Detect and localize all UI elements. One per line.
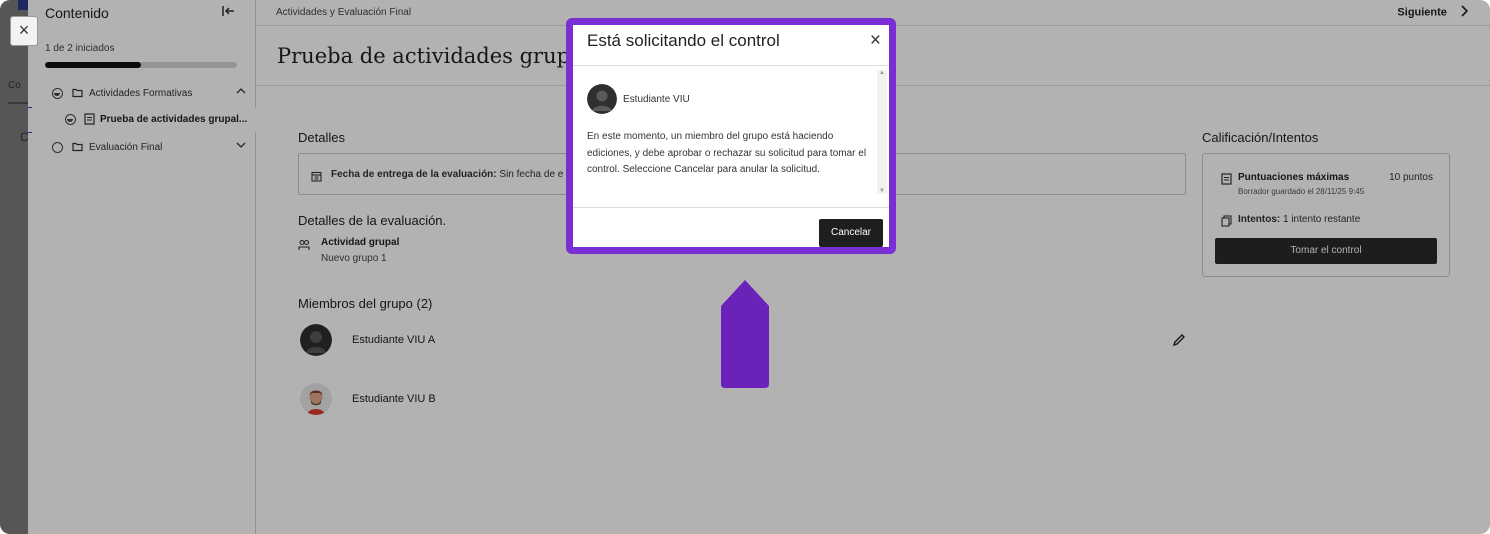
close-icon[interactable]: × bbox=[870, 30, 881, 52]
avatar bbox=[587, 84, 617, 114]
app-window: Co C Contenido 1 de 2 iniciados Activida… bbox=[0, 0, 1490, 534]
cancel-button[interactable]: Cancelar bbox=[819, 219, 883, 247]
scroll-down-icon[interactable]: ▼ bbox=[879, 188, 885, 194]
dialog-message: En este momento, un miembro del grupo es… bbox=[587, 131, 867, 175]
scrollbar[interactable]: ▲ ▼ bbox=[877, 70, 887, 194]
dialog-body: Estudiante VIU En este momento, un miemb… bbox=[573, 65, 889, 208]
scroll-up-icon[interactable]: ▲ bbox=[879, 70, 885, 76]
request-control-dialog: Está solicitando el control × Estudiante… bbox=[566, 18, 896, 254]
dialog-title: Está solicitando el control bbox=[587, 31, 780, 50]
highlight-arrow-icon bbox=[720, 280, 770, 388]
requesting-user-name: Estudiante VIU bbox=[623, 94, 690, 105]
close-panel-button[interactable]: × bbox=[10, 16, 38, 46]
